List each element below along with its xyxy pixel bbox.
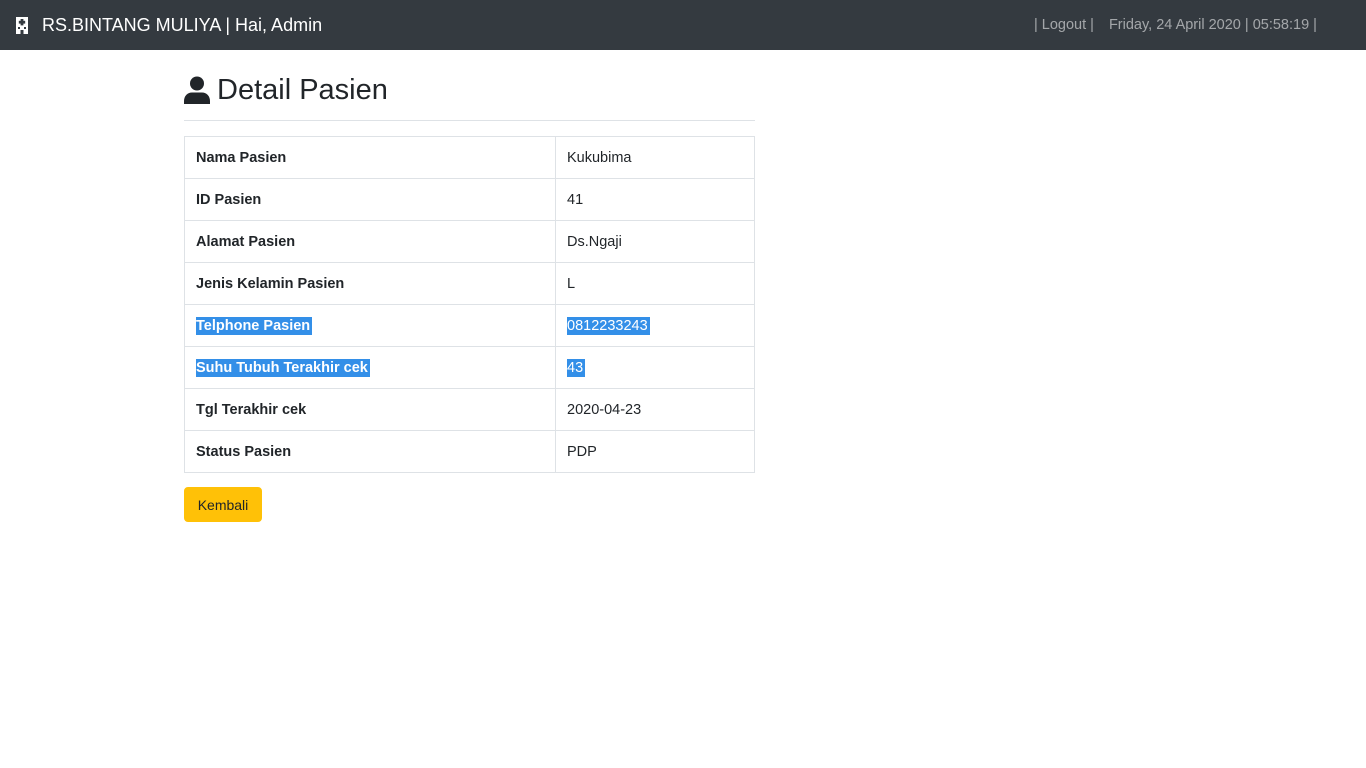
table-row: Alamat Pasien Ds.Ngaji	[184, 220, 755, 263]
row-value: Kukubima	[555, 136, 755, 179]
row-label: Telphone Pasien	[196, 316, 313, 335]
row-label: ID Pasien	[184, 178, 556, 221]
row-label-cell: Suhu Tubuh Terakhir cek	[184, 346, 556, 389]
row-value: PDP	[555, 430, 755, 473]
row-value: 41	[555, 178, 755, 221]
top-navbar: RS.BINTANG MULIYA | Hai, Admin | Logout …	[0, 0, 1366, 50]
table-row: Jenis Kelamin Pasien L	[184, 262, 755, 305]
table-row: Nama Pasien Kukubima	[184, 136, 755, 179]
row-value: 43	[567, 358, 586, 377]
row-label: Tgl Terakhir cek	[184, 388, 556, 431]
page-title: Detail Pasien	[217, 73, 388, 106]
table-row: Tgl Terakhir cek 2020-04-23	[184, 388, 755, 431]
hospital-icon	[14, 16, 32, 34]
row-label: Suhu Tubuh Terakhir cek	[196, 358, 370, 377]
back-button[interactable]: Kembali	[184, 487, 262, 522]
patient-detail-table: Nama Pasien Kukubima ID Pasien 41 Alamat…	[184, 136, 755, 473]
page-header: Detail Pasien	[184, 50, 755, 121]
row-label: Alamat Pasien	[184, 220, 556, 263]
table-row: Status Pasien PDP	[184, 430, 755, 473]
navbar-right: | Logout | Friday, 24 April 2020 | 05:58…	[1034, 0, 1317, 50]
table-row-selected: Telphone Pasien 0812233243	[184, 304, 755, 347]
row-value: 2020-04-23	[555, 388, 755, 431]
logout-link[interactable]: | Logout |	[1034, 17, 1094, 33]
row-value: Ds.Ngaji	[555, 220, 755, 263]
table-row: ID Pasien 41	[184, 178, 755, 221]
main-container: Detail Pasien Nama Pasien Kukubima ID Pa…	[184, 50, 755, 522]
row-label: Status Pasien	[184, 430, 556, 473]
user-icon	[184, 76, 210, 104]
row-label: Jenis Kelamin Pasien	[184, 262, 556, 305]
row-value: L	[555, 262, 755, 305]
row-label-cell: Telphone Pasien	[184, 304, 556, 347]
datetime-display: Friday, 24 April 2020 | 05:58:19 |	[1108, 17, 1317, 33]
row-value-cell: 0812233243	[555, 304, 755, 347]
row-value: 0812233243	[567, 316, 650, 335]
table-row-selected: Suhu Tubuh Terakhir cek 43	[184, 346, 755, 389]
row-label: Nama Pasien	[184, 136, 556, 179]
navbar-brand[interactable]: RS.BINTANG MULIYA | Hai, Admin	[14, 0, 322, 50]
row-value-cell: 43	[555, 346, 755, 389]
brand-text: RS.BINTANG MULIYA | Hai, Admin	[42, 14, 323, 35]
